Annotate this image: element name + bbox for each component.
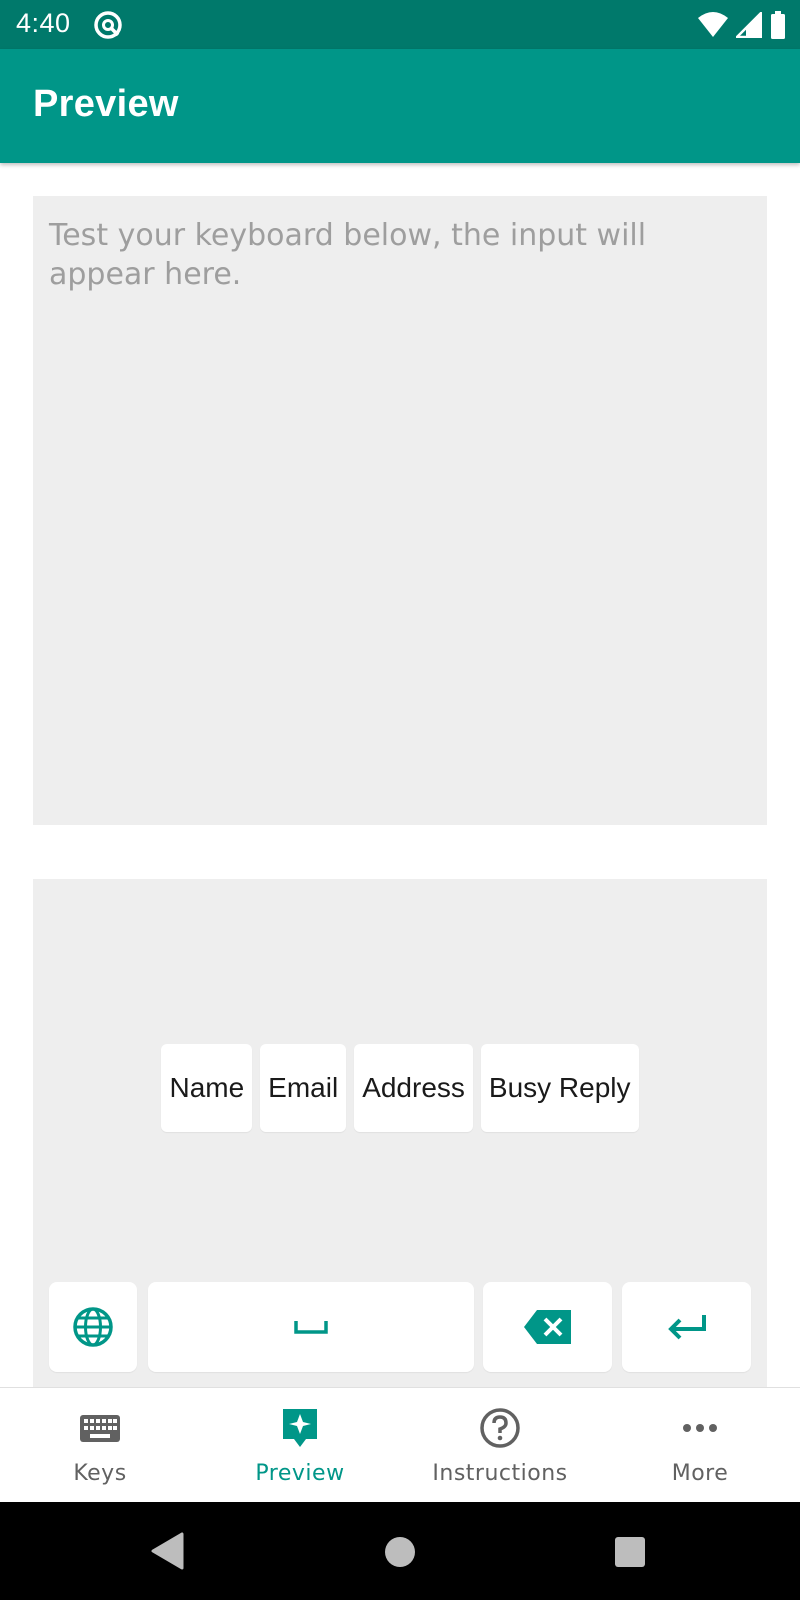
keyboard-panel: Name Email Address Busy Reply <box>33 879 767 1387</box>
nav-label-instructions: Instructions <box>432 1461 568 1486</box>
language-key[interactable] <box>49 1282 137 1372</box>
backspace-icon <box>523 1310 571 1344</box>
help-circle-icon <box>480 1408 520 1448</box>
nav-label-preview: Preview <box>255 1461 345 1486</box>
keyboard-key-row <box>33 1282 767 1372</box>
page-title: Preview <box>33 83 179 125</box>
home-icon[interactable] <box>384 1536 416 1568</box>
status-time: 4:40 <box>16 8 71 38</box>
nav-item-more[interactable]: More <box>600 1388 800 1503</box>
wifi-icon <box>698 12 728 37</box>
system-navigation-bar <box>0 1502 800 1600</box>
nav-item-preview[interactable]: Preview <box>200 1388 400 1503</box>
back-icon[interactable] <box>150 1532 184 1570</box>
globe-icon <box>73 1307 113 1347</box>
preview-sparkle-icon <box>283 1409 317 1447</box>
status-bar: 4:40 <box>0 0 800 49</box>
battery-icon <box>771 11 785 39</box>
keyboard-icon <box>80 1415 120 1442</box>
app-notification-icon <box>94 11 122 39</box>
backspace-key[interactable] <box>483 1282 612 1372</box>
chip-busy-reply[interactable]: Busy Reply <box>480 1044 639 1132</box>
chip-name[interactable]: Name <box>161 1044 253 1132</box>
signal-icon <box>736 12 762 38</box>
nav-item-instructions[interactable]: Instructions <box>400 1388 600 1503</box>
space-key[interactable] <box>148 1282 474 1372</box>
app-bar: Preview <box>0 49 800 163</box>
bottom-navigation: Keys Preview Instructions More <box>0 1387 800 1503</box>
enter-icon <box>667 1315 706 1340</box>
status-icons <box>698 9 786 41</box>
chip-email[interactable]: Email <box>260 1044 347 1132</box>
recents-icon[interactable] <box>615 1537 645 1567</box>
nav-item-keys[interactable]: Keys <box>0 1388 200 1503</box>
enter-key[interactable] <box>622 1282 751 1372</box>
more-horizontal-icon <box>683 1424 717 1432</box>
preview-input[interactable] <box>33 196 767 825</box>
nav-label-more: More <box>671 1461 729 1486</box>
snippet-chips: Name Email Address Busy Reply <box>33 1044 767 1132</box>
space-bar-icon <box>294 1321 328 1334</box>
nav-label-keys: Keys <box>73 1461 127 1486</box>
chip-address[interactable]: Address <box>354 1044 473 1132</box>
